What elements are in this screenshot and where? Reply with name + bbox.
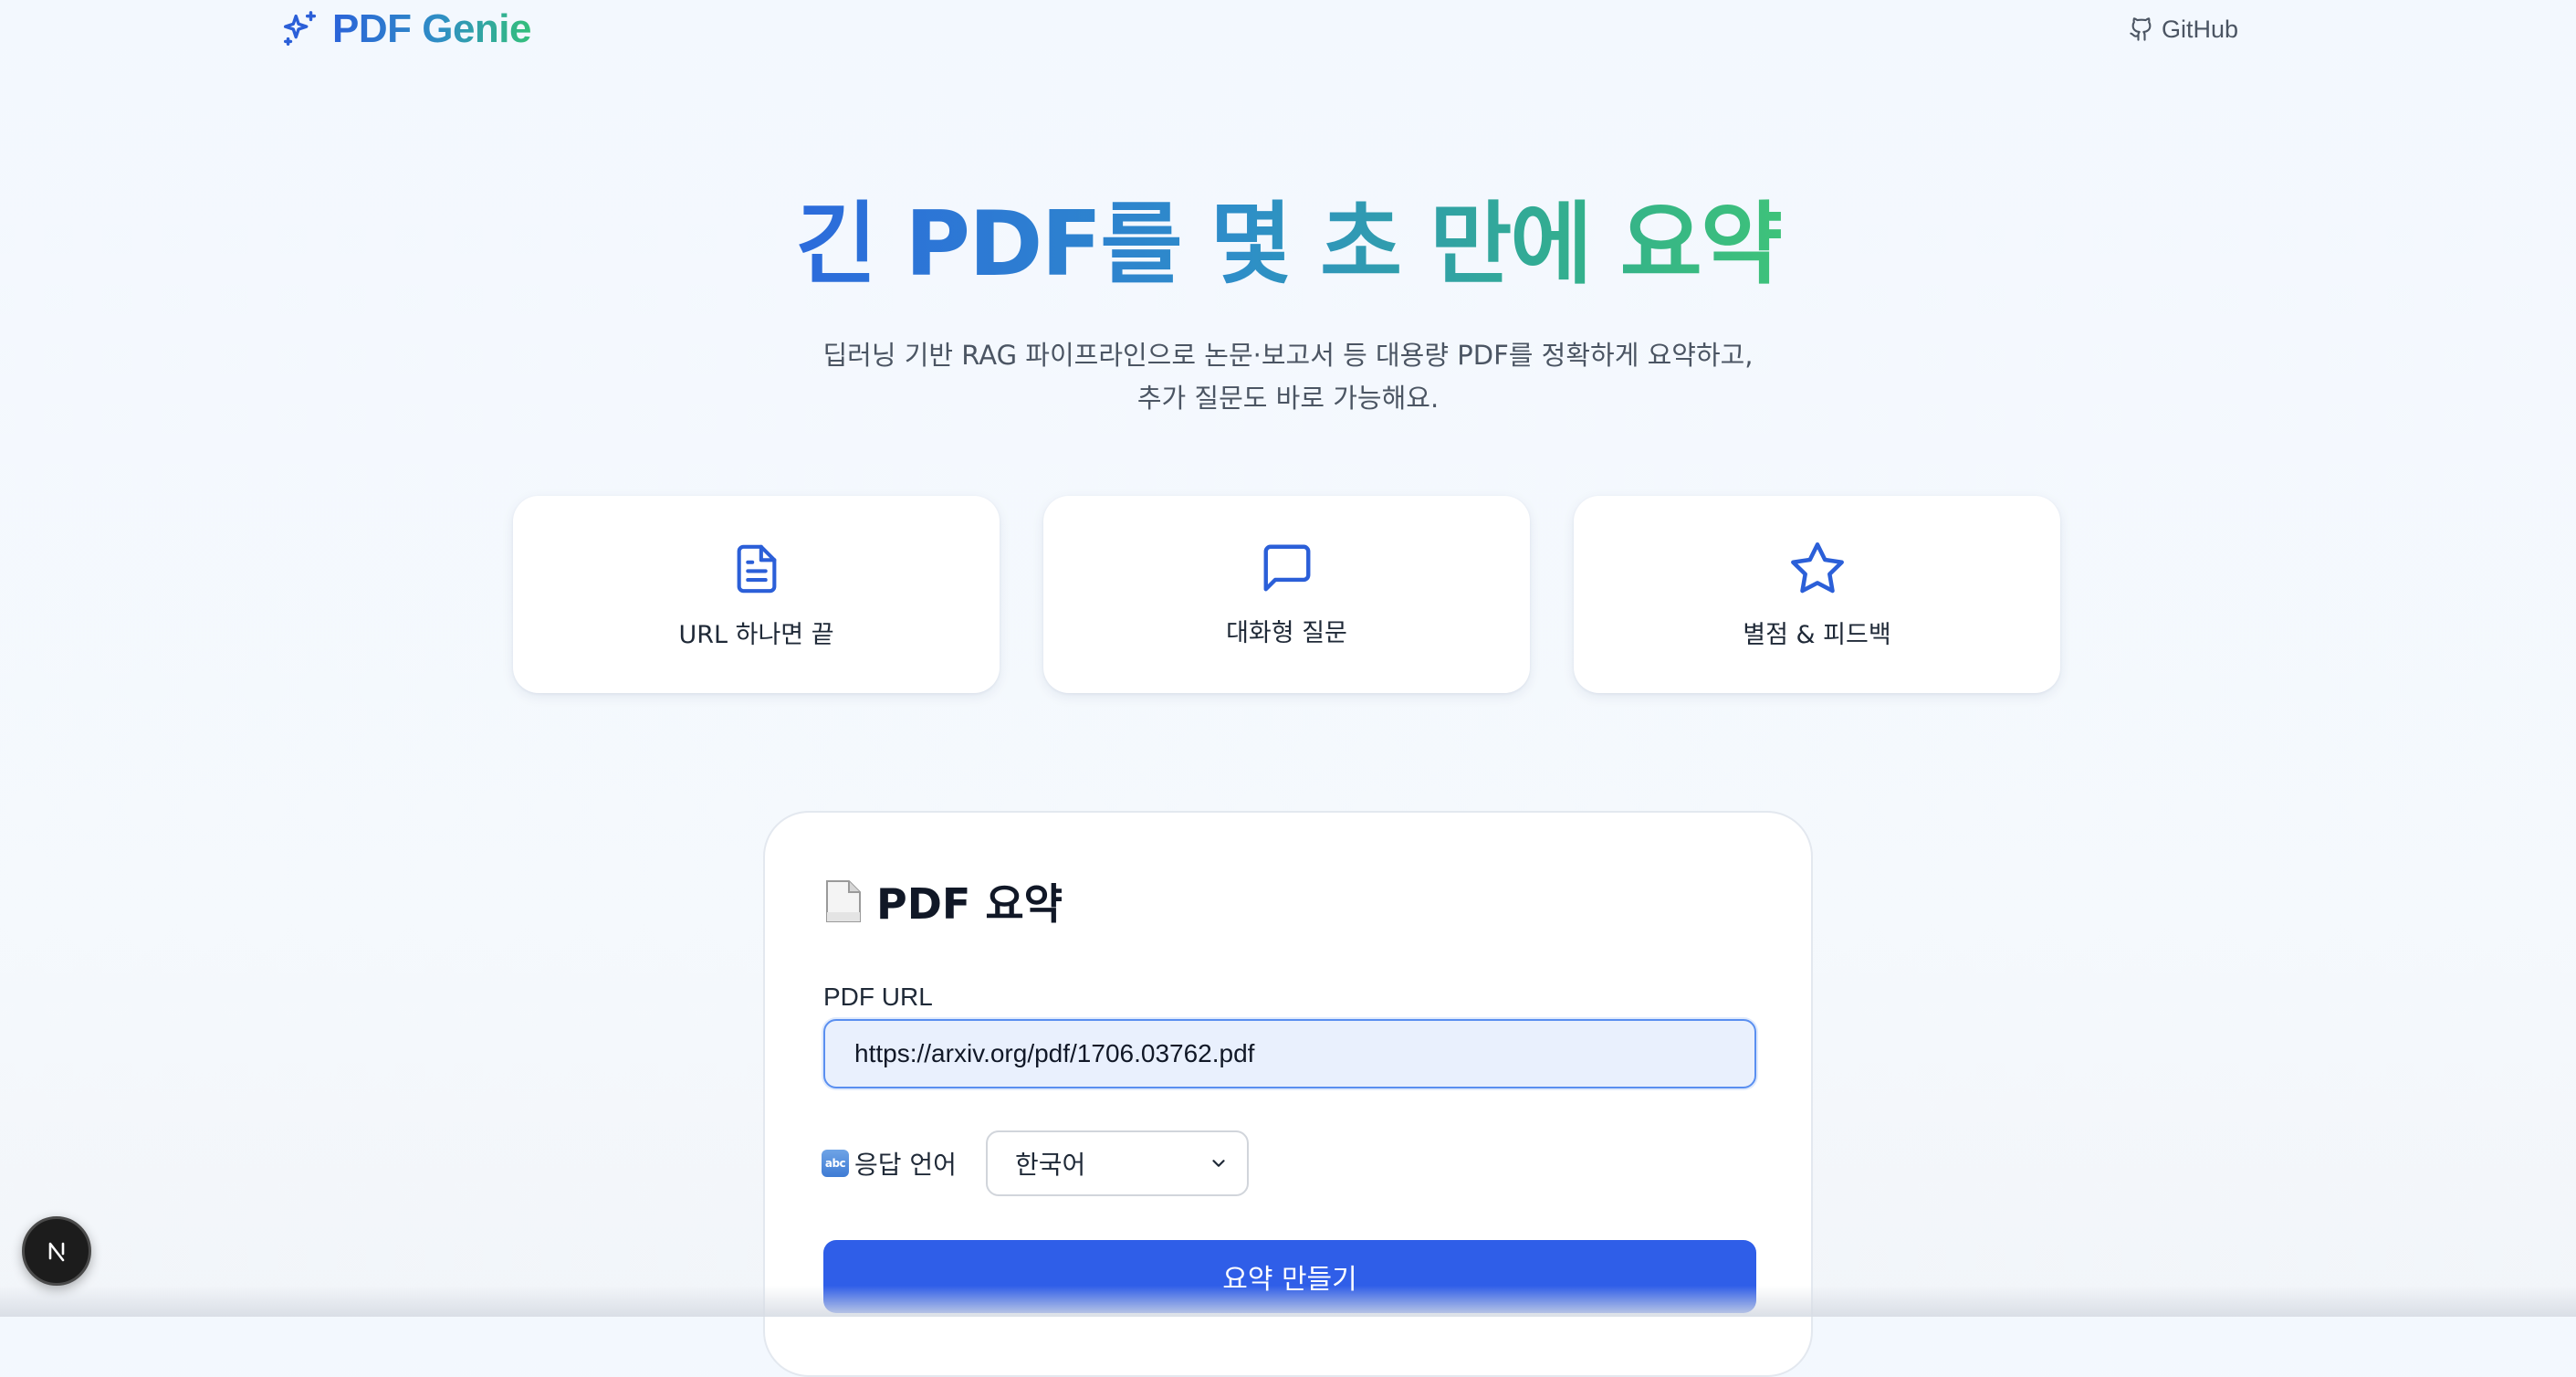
hero-subtitle: 딥러닝 기반 RAG 파이프라인으로 논문·보고서 등 대용량 PDF를 정확하… [0,334,2576,420]
star-icon [1788,540,1847,598]
document-icon [730,540,783,598]
language-select-value: 한국어 [1014,1150,1086,1180]
panel-title: PDF 요약 [823,871,1063,931]
feature-card-url: URL 하나면 끝 [513,496,1000,693]
hero-title: 긴 PDF를 몇 초 만에 요약 [0,190,2576,300]
panel-title-text: PDF 요약 [876,879,1063,929]
nextjs-logo-icon [48,1242,65,1262]
feature-cards: URL 하나면 끝 대화형 질문 별점 & 피드백 [513,496,2060,693]
abc-icon: abc [822,1150,849,1177]
language-select[interactable]: 한국어 [985,1130,1249,1196]
summary-panel: PDF 요약 PDF URL abc 응답 언어 한국어 요약 만들기 [763,811,1813,1377]
pdf-url-input[interactable] [823,1019,1756,1088]
feature-label: URL 하나면 끝 [678,621,834,649]
pdf-url-label: PDF URL [823,983,933,1011]
nextjs-dev-badge[interactable] [22,1216,91,1286]
github-label: GitHub [2162,15,2239,43]
feature-card-chat: 대화형 질문 [1043,496,1530,693]
summarize-button[interactable]: 요약 만들기 [823,1240,1756,1313]
hero-title-text: 긴 PDF를 몇 초 만에 요약 [795,193,1783,297]
page-emoji-icon [823,879,864,923]
brand-logo[interactable]: PDF Genie [279,5,532,53]
feature-label: 별점 & 피드백 [1743,621,1891,649]
language-row: abc 응답 언어 한국어 [822,1130,1249,1196]
github-link[interactable]: GitHub [2129,9,2238,49]
chevron-down-icon [1209,1153,1229,1173]
brand-name: PDF Genie [332,6,532,51]
github-icon [2129,16,2154,42]
hero-subtitle-line: 추가 질문도 바로 가능해요. [1136,383,1440,414]
feature-label: 대화형 질문 [1226,619,1347,647]
chat-bubble-icon [1259,540,1315,596]
feature-card-rating: 별점 & 피드백 [1574,496,2060,693]
language-label: 응답 언어 [854,1150,957,1180]
sparkles-icon [279,8,321,50]
hero-subtitle-line: 딥러닝 기반 RAG 파이프라인으로 논문·보고서 등 대용량 PDF를 정확하… [822,340,1754,371]
